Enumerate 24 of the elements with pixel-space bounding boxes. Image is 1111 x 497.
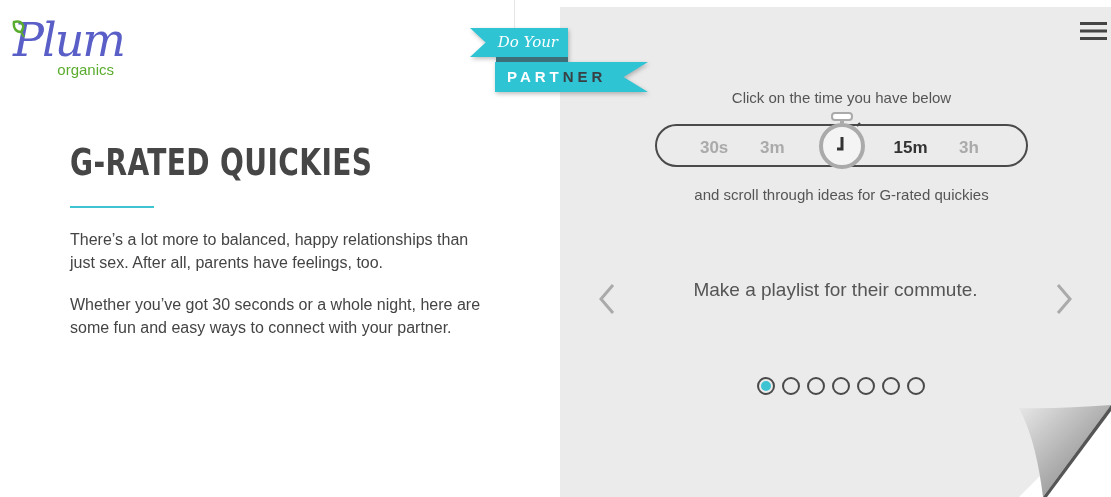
pagination-dot[interactable]	[806, 377, 825, 395]
time-option[interactable]: 30s	[699, 138, 729, 158]
logo-wordmark[interactable]: Plum	[13, 18, 130, 62]
pagination-dot[interactable]	[756, 377, 775, 395]
stopwatch-icon[interactable]	[816, 112, 867, 170]
idea-text: Make a playlist for their commute.	[692, 278, 979, 302]
intro-paragraph: There’s a lot more to balanced, happy relationships than just sex. After all, parents have feelings, too.	[70, 230, 470, 273]
logo-tagline: organics	[57, 62, 114, 78]
instruction-text: and scroll through ideas for G-rated quickies	[694, 186, 989, 204]
time-option[interactable]: 3h	[958, 138, 979, 158]
ribbon-banner: Do Your	[470, 28, 568, 57]
instruction-text: Click on the time you have below	[731, 89, 952, 107]
pagination-dot[interactable]	[781, 377, 800, 395]
time-option[interactable]: 3m	[760, 138, 785, 158]
ribbon-banner: PART NER	[495, 62, 648, 92]
leaf-icon	[12, 20, 28, 38]
page-heading: G-RATED QUICKIES	[70, 139, 373, 186]
pagination-dot[interactable]	[856, 377, 875, 395]
pagination-dot[interactable]	[906, 377, 925, 395]
pagination-dot[interactable]	[831, 377, 850, 395]
time-option[interactable]: 15m	[893, 138, 928, 158]
menu-icon[interactable]	[1080, 21, 1107, 41]
pagination-dot[interactable]	[881, 377, 900, 395]
intro-paragraph: Whether you’ve got 30 seconds or a whole night, here are some fun and easy ways to connect with your partner.	[70, 295, 482, 338]
